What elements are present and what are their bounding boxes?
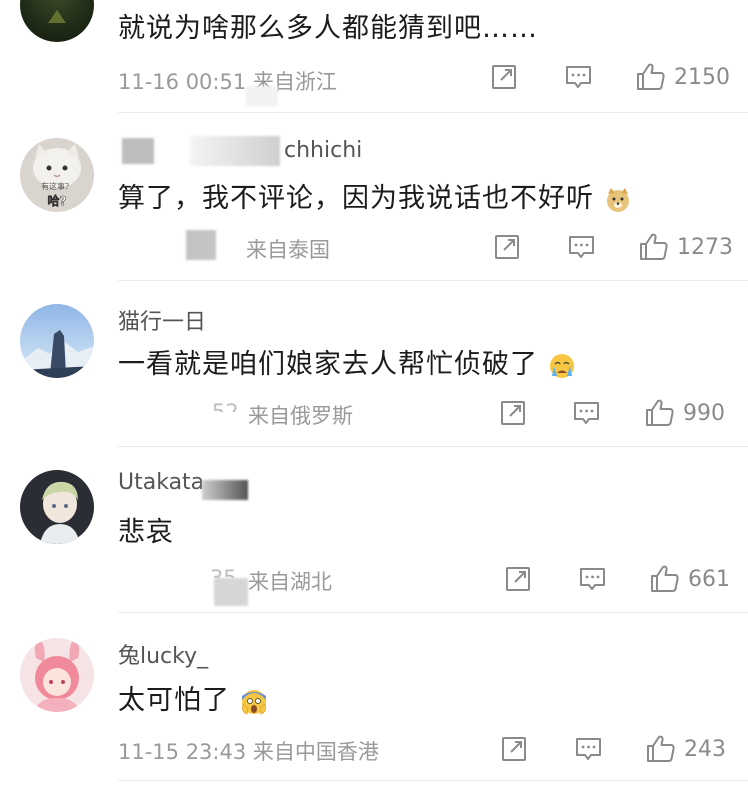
share-button[interactable] (505, 566, 531, 592)
mountain-avatar-icon (20, 330, 94, 378)
avatar[interactable] (20, 638, 94, 712)
like-count: 990 (683, 400, 725, 426)
comment-icon (569, 236, 594, 258)
comment-text: 太可怕了 (118, 678, 268, 717)
comment-meta: 11-16 00:51 来自浙江 (118, 70, 337, 94)
like-count: 2150 (674, 64, 730, 90)
comment-meta: 来自俄罗斯 (248, 404, 353, 428)
comment-item: 兔lucky_ 太可怕了 11-15 23:43 来自中国香港 243 (0, 614, 748, 802)
privacy-blur (186, 230, 216, 260)
username[interactable]: 兔lucky_ (118, 638, 208, 670)
avatar[interactable] (20, 470, 94, 544)
comment-text: 一看就是咱们娘家去人帮忙侦破了 (118, 342, 576, 381)
like-button[interactable]: 661 (650, 564, 730, 594)
reply-button[interactable] (565, 64, 592, 90)
comment-text: 算了，我不评论，因为我说话也不好听 (118, 176, 632, 215)
thumbs-up-icon (640, 233, 668, 260)
privacy-blur (122, 138, 154, 164)
thumbs-up-icon (647, 735, 675, 762)
username[interactable]: chhichi (284, 138, 362, 163)
comment-icon (566, 66, 591, 88)
dark-avatar-icon (48, 10, 66, 23)
crying-emoji (549, 353, 574, 378)
share-icon (495, 235, 519, 259)
divider (118, 280, 748, 281)
divider (118, 112, 748, 113)
comment-icon (576, 738, 601, 760)
share-button[interactable] (491, 64, 517, 90)
like-button[interactable]: 1273 (639, 232, 733, 262)
reply-button[interactable] (568, 234, 595, 260)
anime-boy-avatar-icon (40, 481, 80, 544)
thumbs-up-icon (646, 399, 674, 426)
divider (118, 446, 748, 447)
like-button[interactable]: 2150 (636, 62, 730, 92)
comment-item: 就说为啥那么多人都能猜到吧…… 11-16 00:51 来自浙江 2150 (0, 0, 748, 116)
like-count: 1273 (677, 234, 733, 260)
like-button[interactable]: 243 (646, 734, 726, 764)
thumbs-up-icon (651, 565, 679, 592)
share-icon (492, 65, 516, 89)
privacy-blur (214, 578, 248, 606)
like-count: 243 (684, 736, 726, 762)
scream-emoji (241, 689, 266, 715)
comment-text-body: 一看就是咱们娘家去人帮忙侦破了 (118, 349, 538, 380)
thumbs-up-icon (637, 63, 665, 90)
avatar[interactable] (20, 304, 94, 378)
comment-item: Utakata 悲哀 35 来自湖北 661 (0, 448, 748, 614)
share-icon (501, 401, 525, 425)
comment-text-body: 算了，我不评论，因为我说话也不好听 (118, 183, 594, 214)
avatar-caption: 有这事？ (41, 181, 73, 191)
share-icon (506, 567, 530, 591)
comment-text-body: 太可怕了 (118, 685, 230, 716)
avatar[interactable]: 有这事？ 哈? (20, 138, 94, 212)
comment-icon (580, 568, 605, 590)
share-button[interactable] (501, 736, 527, 762)
cat-avatar-icon: 有这事？ 哈? (33, 144, 81, 208)
comment-text: 就说为啥那么多人都能猜到吧…… (118, 13, 538, 44)
reply-button[interactable] (575, 736, 602, 762)
username[interactable]: 猫行一日 (118, 304, 206, 336)
reply-button[interactable] (579, 566, 606, 592)
privacy-blur (246, 86, 278, 106)
divider (118, 612, 748, 613)
share-button[interactable] (494, 234, 520, 260)
avatar-caption: 哈? (48, 193, 67, 208)
comment-meta: 来自泰国 (246, 238, 330, 262)
pink-anime-avatar-icon (34, 641, 80, 712)
comment-item: 有这事？ 哈? chhichi 算了，我不评论，因为我说话也不好听 来自泰国 1… (0, 116, 748, 282)
like-count: 661 (688, 566, 730, 592)
username[interactable]: Utakata (118, 470, 204, 495)
share-icon (502, 737, 526, 761)
comment-meta: 来自湖北 (248, 570, 332, 594)
share-button[interactable] (500, 400, 526, 426)
comment-meta: 11-15 23:43 来自中国香港 (118, 740, 379, 764)
comment-icon (574, 402, 599, 424)
privacy-blur (190, 136, 280, 166)
avatar[interactable] (20, 0, 94, 42)
privacy-blur (202, 480, 248, 500)
reply-button[interactable] (573, 400, 600, 426)
comment-item: 猫行一日 一看就是咱们娘家去人帮忙侦破了 52 来自俄罗斯 990 (0, 282, 748, 448)
comment-text: 悲哀 (118, 517, 174, 548)
like-button[interactable]: 990 (645, 398, 725, 428)
doge-emoji (606, 187, 629, 212)
divider (118, 780, 748, 781)
comment-meta-prefix: 52 (212, 400, 239, 424)
